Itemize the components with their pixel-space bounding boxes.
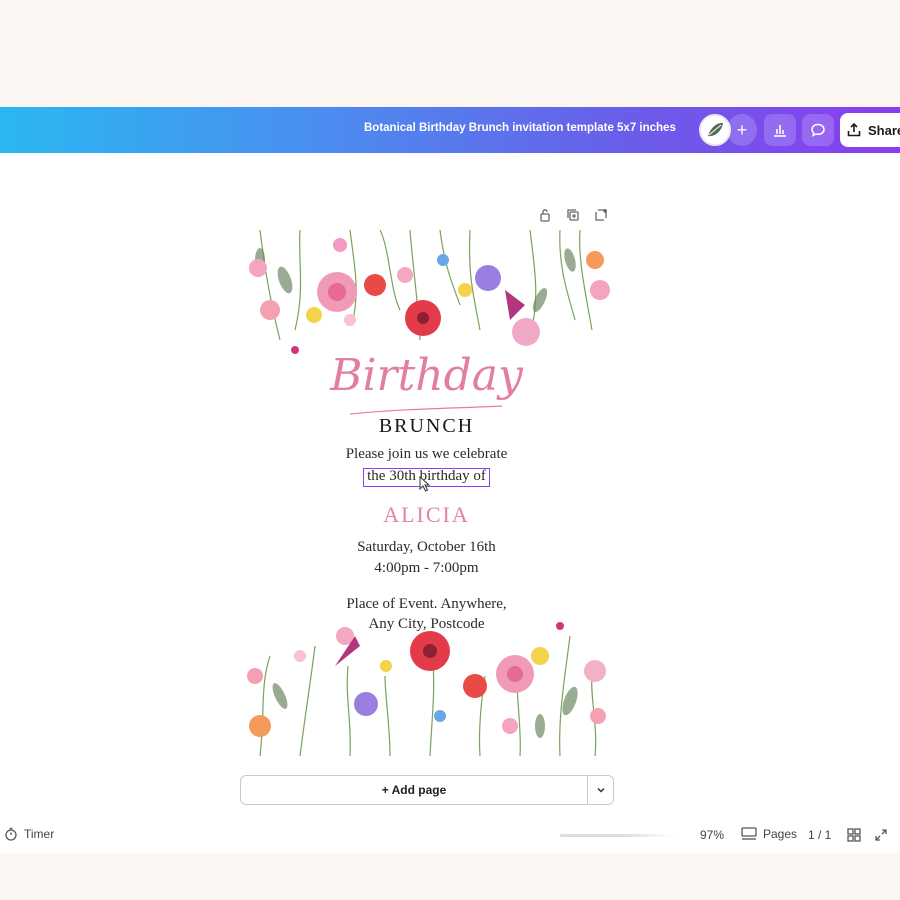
lock-icon[interactable] <box>538 208 554 224</box>
guest-of-honor-name[interactable]: ALICIA <box>240 502 613 528</box>
add-collaborator-button[interactable]: + <box>727 114 757 146</box>
comments-button[interactable] <box>802 114 834 146</box>
share-label: Share <box>868 122 900 138</box>
invitation-card[interactable]: Birthday BRUNCH Please join us we celebr… <box>240 230 613 756</box>
bar-chart-icon <box>774 125 786 137</box>
pages-button[interactable]: Pages <box>741 827 797 841</box>
add-page-button[interactable]: + Add page <box>241 776 587 804</box>
expand-icon <box>875 829 887 841</box>
bottom-floral-illustration <box>247 622 606 756</box>
title-script[interactable]: Birthday <box>240 350 613 401</box>
grid-icon <box>847 828 861 842</box>
page-actions <box>538 208 610 224</box>
chevron-down-icon <box>596 787 605 793</box>
page-counter: 1 / 1 <box>808 828 832 842</box>
document-title[interactable]: Botanical Birthday Brunch invitation tem… <box>364 122 676 134</box>
share-button[interactable]: Share <box>840 113 900 147</box>
add-page-bar: + Add page <box>240 775 614 805</box>
event-place-line-1[interactable]: Place of Event. Anywhere, <box>240 596 613 613</box>
zoom-slider[interactable] <box>560 834 675 837</box>
stopwatch-icon <box>5 827 17 841</box>
add-page-options-button[interactable] <box>587 776 613 804</box>
insights-button[interactable] <box>764 114 796 146</box>
timer-label: Timer <box>24 827 55 841</box>
title-subtitle[interactable]: BRUNCH <box>240 415 613 438</box>
comment-icon <box>811 123 825 137</box>
event-date[interactable]: Saturday, October 16th <box>240 539 613 556</box>
editor-footer: Timer 97% Pages 1 / 1 <box>0 820 900 850</box>
plus-icon: + <box>736 119 748 140</box>
zoom-level[interactable]: 97% <box>700 828 724 842</box>
timer-button[interactable]: Timer <box>4 827 54 841</box>
mouse-cursor-icon <box>419 476 431 492</box>
grid-view-button[interactable] <box>847 828 861 845</box>
editor-header: Botanical Birthday Brunch invitation tem… <box>0 107 900 153</box>
pages-label: Pages <box>763 827 798 841</box>
top-floral-illustration <box>249 230 610 354</box>
add-page-icon[interactable] <box>594 208 610 224</box>
event-time[interactable]: 4:00pm - 7:00pm <box>240 560 613 577</box>
fullscreen-button[interactable] <box>874 828 888 845</box>
upload-icon <box>847 122 861 137</box>
pages-icon <box>741 827 757 840</box>
invite-line-1[interactable]: Please join us we celebrate <box>240 446 613 463</box>
duplicate-icon[interactable] <box>566 208 582 224</box>
